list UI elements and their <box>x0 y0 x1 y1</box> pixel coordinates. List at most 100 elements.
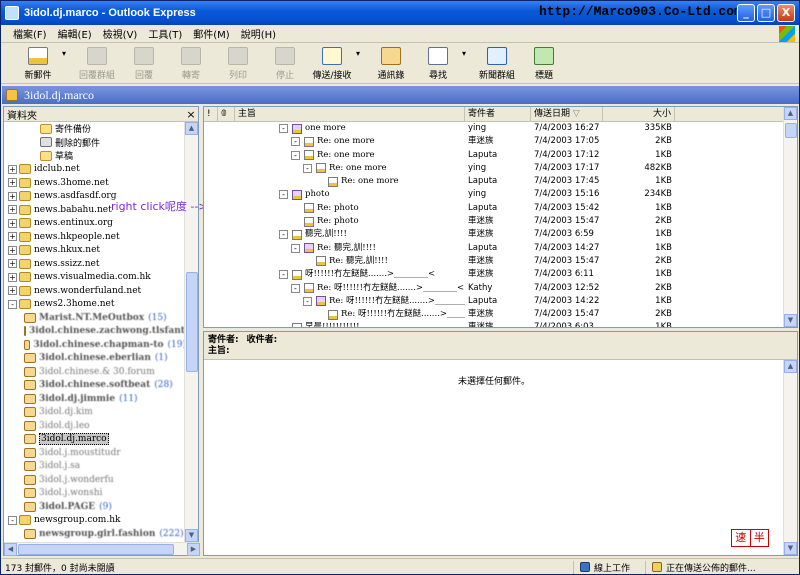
title-bar[interactable]: 3idol.dj.marco - Outlook Express http://… <box>1 1 799 25</box>
expand-icon[interactable]: + <box>8 259 17 269</box>
folder-tree-item[interactable]: 3idol.chinese.chapman-to (19) <box>4 338 186 352</box>
collapse-thread-icon[interactable]: - <box>291 243 300 253</box>
outlook-app-icon[interactable] <box>5 6 19 20</box>
collapse-thread-icon[interactable]: - <box>279 270 288 280</box>
forward-button[interactable]: 轉寄 <box>168 44 214 82</box>
folder-tree-item[interactable]: 3idol.chinese.& 30.forum <box>4 365 186 379</box>
expand-icon[interactable]: + <box>8 272 17 282</box>
dropdown-arrow-icon[interactable]: ▾ <box>356 44 364 82</box>
folder-tree-item[interactable]: 3idol.dj.jimmie (11) <box>4 392 186 406</box>
folder-tree-item[interactable]: 刪除的郵件 <box>4 136 186 150</box>
folder-tree-item[interactable]: 3idol.chinese.zachwong.tlsfantl <box>4 325 186 339</box>
size-column-header[interactable]: 大小 <box>603 107 675 121</box>
folder-tree-item[interactable]: + news.wonderfuland.net <box>4 284 186 298</box>
menu-help[interactable]: 說明(H) <box>241 26 276 41</box>
folders-horizontal-scroll-thumb[interactable] <box>18 544 174 555</box>
expand-icon[interactable]: + <box>8 286 17 296</box>
folder-tree-item[interactable]: 3idol.PAGE (9) <box>4 500 186 514</box>
folders-vertical-scroll-thumb[interactable] <box>186 272 198 372</box>
dropdown-arrow-icon[interactable]: ▾ <box>62 44 70 82</box>
menu-message[interactable]: 郵件(M) <box>193 26 229 41</box>
message-row[interactable]: Re: one more Laputa 7/4/2003 17:45 1KB <box>204 175 797 188</box>
folder-tree-item[interactable]: 3idol.chinese.eberlian (1) <box>4 352 186 366</box>
folder-tree-item[interactable]: + news.visualmedia.com.hk <box>4 271 186 285</box>
scroll-up-icon[interactable]: ▲ <box>784 107 797 120</box>
message-row[interactable]: - Re: one more 車迷族 7/4/2003 17:05 2KB <box>204 135 797 148</box>
folder-tree-item[interactable]: + news.3home.net <box>4 176 186 190</box>
new-mail-button[interactable]: 新郵件 <box>15 44 61 82</box>
expand-icon[interactable]: + <box>8 205 17 215</box>
collapse-thread-icon[interactable]: - <box>291 150 300 160</box>
folder-tree-item[interactable]: 3idol.j.sa <box>4 460 186 474</box>
expand-icon[interactable]: + <box>8 218 17 228</box>
message-row[interactable]: - one more ying 7/4/2003 16:27 335KB <box>204 122 797 135</box>
preview-scrollbar[interactable]: ▲ ▼ <box>783 360 797 555</box>
scroll-down-icon[interactable]: ▼ <box>784 314 797 327</box>
from-column-header[interactable]: 寄件者 <box>465 107 531 121</box>
folder-tree-item[interactable]: Marist.NT.MeOutbox (15) <box>4 311 186 325</box>
message-row[interactable]: Re: photo Laputa 7/4/2003 15:42 1KB <box>204 202 797 215</box>
expand-icon[interactable]: + <box>8 164 17 174</box>
expand-icon[interactable]: + <box>8 191 17 201</box>
send-receive-button[interactable]: 傳送/接收 <box>309 44 355 82</box>
collapse-thread-icon[interactable]: - <box>279 190 288 200</box>
message-row[interactable]: - Re: 聽完,訓!!!! Laputa 7/4/2003 14:27 1KB <box>204 242 797 255</box>
folder-tree-item[interactable]: - newsgroup.com.hk <box>4 514 186 528</box>
folder-tree-item[interactable]: + idclub.net <box>4 163 186 177</box>
scroll-right-icon[interactable]: ▶ <box>187 543 200 556</box>
attachment-column-header[interactable]: 𝟘 <box>218 107 235 121</box>
dropdown-arrow-icon[interactable]: ▾ <box>462 44 470 82</box>
collapse-icon[interactable]: - <box>8 299 17 309</box>
folder-tree-item[interactable]: 3idol.dj.marco <box>4 433 186 447</box>
headers-button[interactable]: 標題 <box>521 44 567 82</box>
folders-vertical-scrollbar[interactable]: ▲ ▼ <box>184 122 198 542</box>
message-row[interactable]: 早晨!!!!!!!!!!! 車迷族 7/4/2003 6:03 1KB <box>204 321 797 327</box>
menu-view[interactable]: 檢視(V) <box>103 26 138 41</box>
message-row[interactable]: - Re: 呀!!!!!!冇左餸餸.......>________< Kathy 7/… <box>204 282 797 295</box>
expand-icon[interactable]: + <box>8 178 17 188</box>
folders-horizontal-scrollbar[interactable]: ◀ ▶ <box>4 542 200 556</box>
address-book-button[interactable]: 通訊錄 <box>368 44 414 82</box>
subject-column-header[interactable]: 主旨 <box>235 107 465 121</box>
scroll-up-icon[interactable]: ▲ <box>185 122 198 135</box>
folders-pane-close-button[interactable]: × <box>184 108 198 121</box>
menu-file[interactable]: 檔案(F) <box>13 26 47 41</box>
menu-edit[interactable]: 編輯(E) <box>58 26 92 41</box>
folder-tree-item[interactable]: + news.ssizz.net <box>4 257 186 271</box>
collapse-thread-icon[interactable]: - <box>291 283 300 293</box>
folder-tree-item[interactable]: + news.hkpeople.net <box>4 230 186 244</box>
collapse-thread-icon[interactable]: - <box>279 230 288 240</box>
collapse-thread-icon[interactable]: - <box>291 137 300 147</box>
minimize-button[interactable]: _ <box>737 4 755 22</box>
menu-tools[interactable]: 工具(T) <box>148 26 182 41</box>
folder-tree-item[interactable]: + news.entinux.org <box>4 217 186 231</box>
date-column-header[interactable]: 傳送日期 ▽ <box>531 107 603 121</box>
message-row[interactable]: - Re: one more ying 7/4/2003 17:17 482KB <box>204 162 797 175</box>
find-button[interactable]: 尋找 <box>415 44 461 82</box>
message-row[interactable]: Re: 聽完,訓!!!! 車迷族 7/4/2003 15:47 2KB <box>204 255 797 268</box>
message-row[interactable]: - photo ying 7/4/2003 15:16 234KB <box>204 188 797 201</box>
collapse-thread-icon[interactable]: - <box>279 124 288 133</box>
folder-tree-item[interactable]: - news2.3home.net <box>4 298 186 312</box>
message-row[interactable]: - 聽完,訓!!!! 車迷族 7/4/2003 6:59 1KB <box>204 228 797 241</box>
newsgroups-button[interactable]: 新聞群組 <box>474 44 520 82</box>
folder-tree-item[interactable]: 3idol.j.wonderfu <box>4 473 186 487</box>
folder-tree-item[interactable]: 3idol.j.wonshi <box>4 487 186 501</box>
expand-icon[interactable]: + <box>8 232 17 242</box>
expand-icon[interactable]: + <box>8 245 17 255</box>
folder-tree-item[interactable]: 寄件備份 <box>4 122 186 136</box>
folder-tree-item[interactable]: 3idol.dj.kim <box>4 406 186 420</box>
collapse-icon[interactable]: - <box>8 515 17 525</box>
folder-tree-item[interactable]: 3idol.j.moustitudr <box>4 446 186 460</box>
ime-indicator[interactable]: 速 半 <box>731 529 769 547</box>
scroll-up-icon[interactable]: ▲ <box>784 360 797 373</box>
collapse-thread-icon[interactable]: - <box>303 163 312 173</box>
reply-button[interactable]: 回覆 <box>121 44 167 82</box>
folder-tree-item[interactable]: 3idol.dj.leo <box>4 419 186 433</box>
maximize-button[interactable]: □ <box>757 4 775 22</box>
message-row[interactable]: - Re: one more Laputa 7/4/2003 17:12 1KB <box>204 149 797 162</box>
stop-button[interactable]: 停止 <box>262 44 308 82</box>
scroll-down-icon[interactable]: ▼ <box>185 529 198 542</box>
message-list-scroll-thumb[interactable] <box>785 123 797 138</box>
collapse-thread-icon[interactable]: - <box>303 296 312 306</box>
